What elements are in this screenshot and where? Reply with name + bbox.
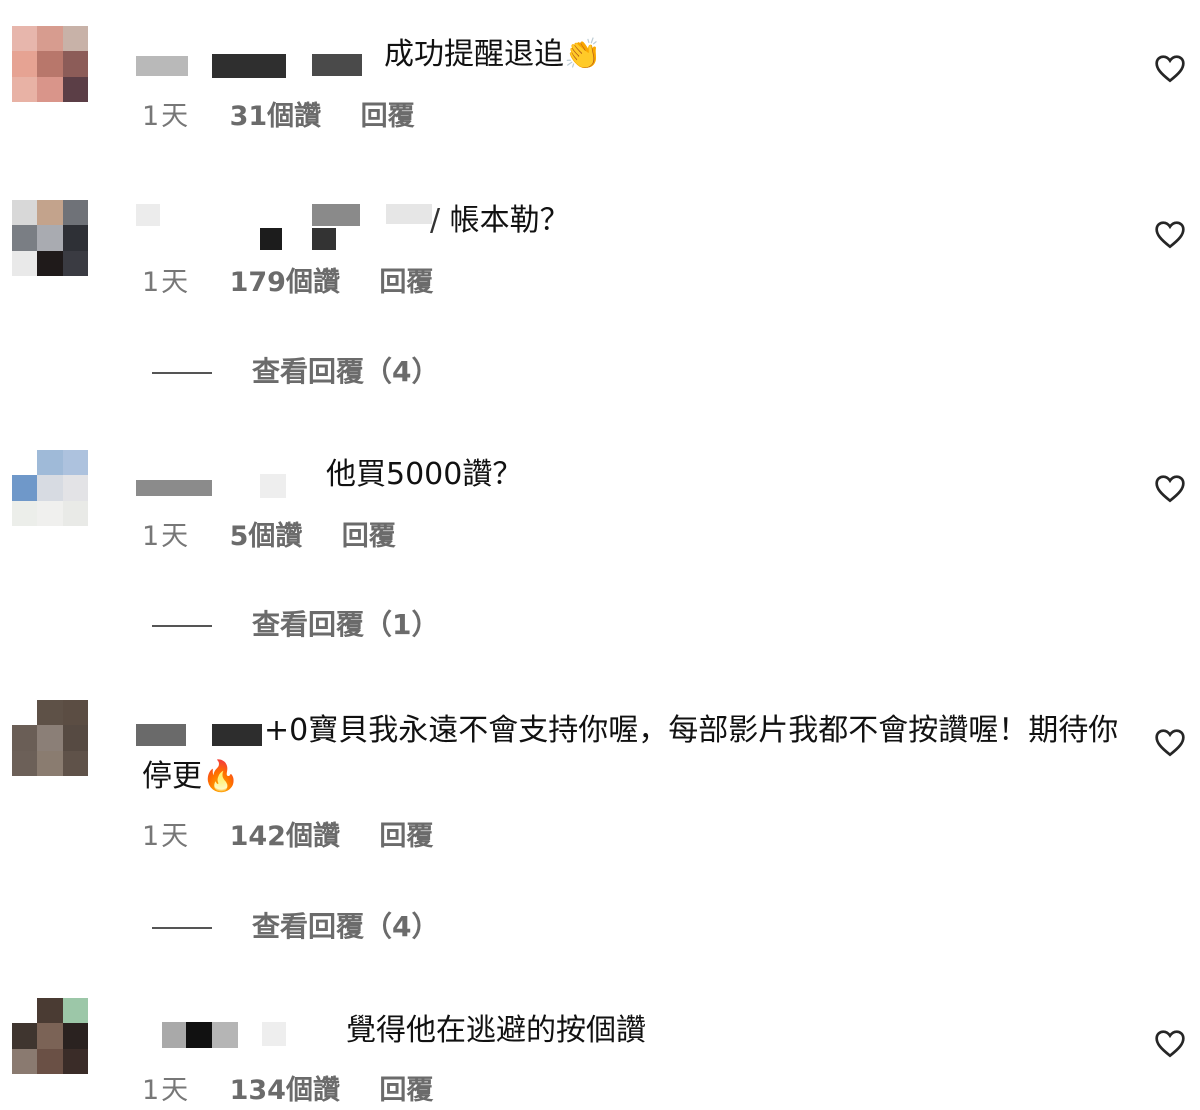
avatar-pixel xyxy=(12,998,38,1024)
avatar-pixel xyxy=(37,51,63,77)
avatar-pixel xyxy=(12,700,38,726)
avatar-pixel xyxy=(37,1048,63,1074)
avatar-pixel xyxy=(37,475,63,501)
comment-meta: 1天 5個讚 回覆 xyxy=(142,520,426,554)
comment-time: 1天 xyxy=(142,521,191,552)
avatar-pixel xyxy=(62,51,88,77)
avatar-pixel xyxy=(62,76,88,102)
avatar-pixel xyxy=(37,725,63,751)
reply-button[interactable]: 回覆 xyxy=(379,266,433,300)
avatar-pixel xyxy=(12,750,38,776)
avatar-pixel xyxy=(12,51,38,77)
avatar-pixel xyxy=(37,1023,63,1049)
reply-button[interactable]: 回覆 xyxy=(361,100,415,134)
avatar-pixel xyxy=(62,750,88,776)
avatar-pixel xyxy=(37,200,63,226)
avatar-pixel xyxy=(62,250,88,276)
like-count[interactable]: 134個讚 xyxy=(230,1074,340,1108)
avatar-pixel xyxy=(37,450,63,476)
like-count[interactable]: 179個讚 xyxy=(230,266,340,300)
username-redacted[interactable] xyxy=(136,1016,296,1056)
comment-meta: 1天 142個讚 回覆 xyxy=(142,820,463,854)
divider-line xyxy=(152,927,212,929)
avatar-pixel xyxy=(37,225,63,251)
avatar-pixel xyxy=(62,700,88,726)
avatar-pixel xyxy=(62,1023,88,1049)
avatar-pixel xyxy=(62,225,88,251)
view-replies-button[interactable]: 查看回覆（1） xyxy=(152,608,439,642)
avatar-pixel xyxy=(12,500,38,526)
avatar-pixel xyxy=(12,76,38,102)
avatar[interactable] xyxy=(12,700,88,776)
reply-button[interactable]: 回覆 xyxy=(342,520,396,554)
username-redacted[interactable] xyxy=(136,470,296,510)
divider-line xyxy=(152,625,212,627)
avatar-pixel xyxy=(37,76,63,102)
comment-meta: 1天 134個讚 回覆 xyxy=(142,1074,463,1108)
comment-meta: 1天 31個讚 回覆 xyxy=(142,100,445,134)
heart-outline-icon[interactable] xyxy=(1154,727,1186,757)
avatar-pixel xyxy=(37,26,63,52)
avatar-pixel xyxy=(37,750,63,776)
avatar-pixel xyxy=(62,450,88,476)
view-replies-button[interactable]: 查看回覆（4） xyxy=(152,355,439,389)
avatar-pixel xyxy=(37,250,63,276)
comment-time: 1天 xyxy=(142,101,191,132)
avatar-pixel xyxy=(62,1048,88,1074)
reply-button[interactable]: 回覆 xyxy=(379,820,433,854)
comment-text: / 帳本勒？ xyxy=(430,203,570,238)
avatar-pixel xyxy=(62,475,88,501)
like-count[interactable]: 31個讚 xyxy=(230,100,322,134)
reply-button[interactable]: 回覆 xyxy=(379,1074,433,1108)
comment-time: 1天 xyxy=(142,821,191,852)
avatar[interactable] xyxy=(12,998,88,1074)
avatar-pixel xyxy=(12,26,38,52)
avatar-pixel xyxy=(62,725,88,751)
comment-time: 1天 xyxy=(142,1075,191,1106)
heart-outline-icon[interactable] xyxy=(1154,219,1186,249)
username-redacted[interactable] xyxy=(136,50,366,90)
comment-text: 他買5000讚？ xyxy=(326,457,523,492)
username-redacted[interactable] xyxy=(136,200,436,250)
avatar-pixel xyxy=(12,250,38,276)
heart-outline-icon[interactable] xyxy=(1154,1028,1186,1058)
avatar-pixel xyxy=(12,200,38,226)
avatar[interactable] xyxy=(12,200,88,276)
avatar-pixel xyxy=(37,700,63,726)
avatar-pixel xyxy=(37,998,63,1024)
avatar[interactable] xyxy=(12,450,88,526)
avatar-pixel xyxy=(37,500,63,526)
like-count[interactable]: 142個讚 xyxy=(230,820,340,854)
avatar-pixel xyxy=(12,475,38,501)
avatar-pixel xyxy=(62,26,88,52)
fire-emoji: 🔥 xyxy=(202,759,240,794)
avatar-pixel xyxy=(62,500,88,526)
view-replies-button[interactable]: 查看回覆（4） xyxy=(152,910,439,944)
comment-text: 覺得他在逃避的按個讚 xyxy=(346,1013,646,1048)
avatar-pixel xyxy=(12,450,38,476)
avatar-pixel xyxy=(12,1023,38,1049)
avatar-pixel xyxy=(62,200,88,226)
avatar-pixel xyxy=(12,225,38,251)
comment-time: 1天 xyxy=(142,267,191,298)
avatar-pixel xyxy=(12,725,38,751)
comment-text: 成功提醒退追👏 xyxy=(384,37,602,72)
avatar[interactable] xyxy=(12,26,88,102)
heart-outline-icon[interactable] xyxy=(1154,53,1186,83)
comment-text: +0寶貝我永遠不會支持你喔，每部影片我都不會按讚喔！期待你停更🔥 xyxy=(142,713,1119,794)
like-count[interactable]: 5個讚 xyxy=(230,520,303,554)
heart-outline-icon[interactable] xyxy=(1154,473,1186,503)
divider-line xyxy=(152,372,212,374)
comment-meta: 1天 179個讚 回覆 xyxy=(142,266,463,300)
avatar-pixel xyxy=(62,998,88,1024)
clapping-hands-emoji: 👏 xyxy=(564,37,602,72)
avatar-pixel xyxy=(12,1048,38,1074)
